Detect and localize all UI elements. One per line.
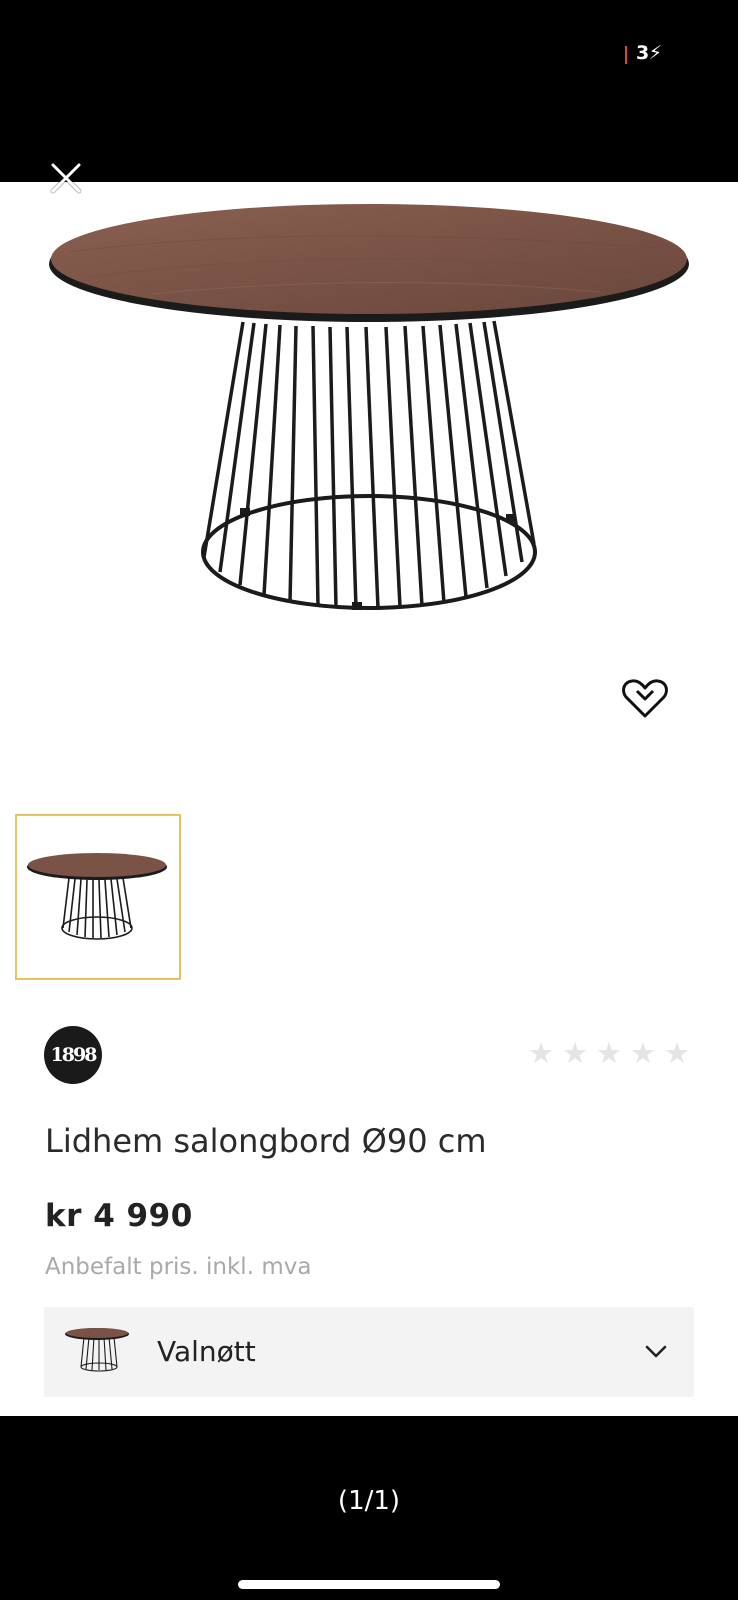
heart-icon[interactable] xyxy=(620,676,670,722)
brand-logo[interactable]: 1898 xyxy=(44,1026,102,1084)
star-icon: ★ xyxy=(596,1036,622,1070)
thumbnail-table-picture xyxy=(27,853,167,940)
star-icon: ★ xyxy=(562,1036,588,1070)
home-indicator[interactable] xyxy=(238,1580,500,1589)
star-icon: ★ xyxy=(630,1036,656,1070)
page-counter: (1/1) xyxy=(337,1486,401,1516)
star-icon: ★ xyxy=(664,1036,690,1070)
product-price: kr 4 990 xyxy=(45,1198,193,1234)
chevron-down-icon xyxy=(645,1345,667,1358)
screen: 3⚡ 1898 ★ ★ ★ ★ ★ Lidhem salongbord Ø90 … xyxy=(0,0,738,1600)
thumbnail-image[interactable] xyxy=(15,814,181,980)
product-page: 1898 ★ ★ ★ ★ ★ Lidhem salongbord Ø90 cm … xyxy=(0,182,738,1416)
rating-stars[interactable]: ★ ★ ★ ★ ★ xyxy=(526,1038,692,1068)
brand-logo-text: 1898 xyxy=(50,1044,98,1066)
star-icon: ★ xyxy=(528,1036,554,1070)
status-bar: 3⚡ xyxy=(0,0,738,182)
close-icon[interactable] xyxy=(48,160,84,196)
variant-selector[interactable]: Valnøtt xyxy=(44,1307,694,1397)
viewer-bottom-bar: (1/1) xyxy=(0,1416,738,1600)
network-status: 3⚡ xyxy=(636,42,662,64)
variant-label: Valnøtt xyxy=(157,1335,256,1368)
signal-indicator xyxy=(625,46,627,64)
price-note: Anbefalt pris. inkl. mva xyxy=(45,1254,312,1280)
variant-image xyxy=(65,1328,129,1372)
product-title: Lidhem salongbord Ø90 cm xyxy=(45,1122,487,1160)
